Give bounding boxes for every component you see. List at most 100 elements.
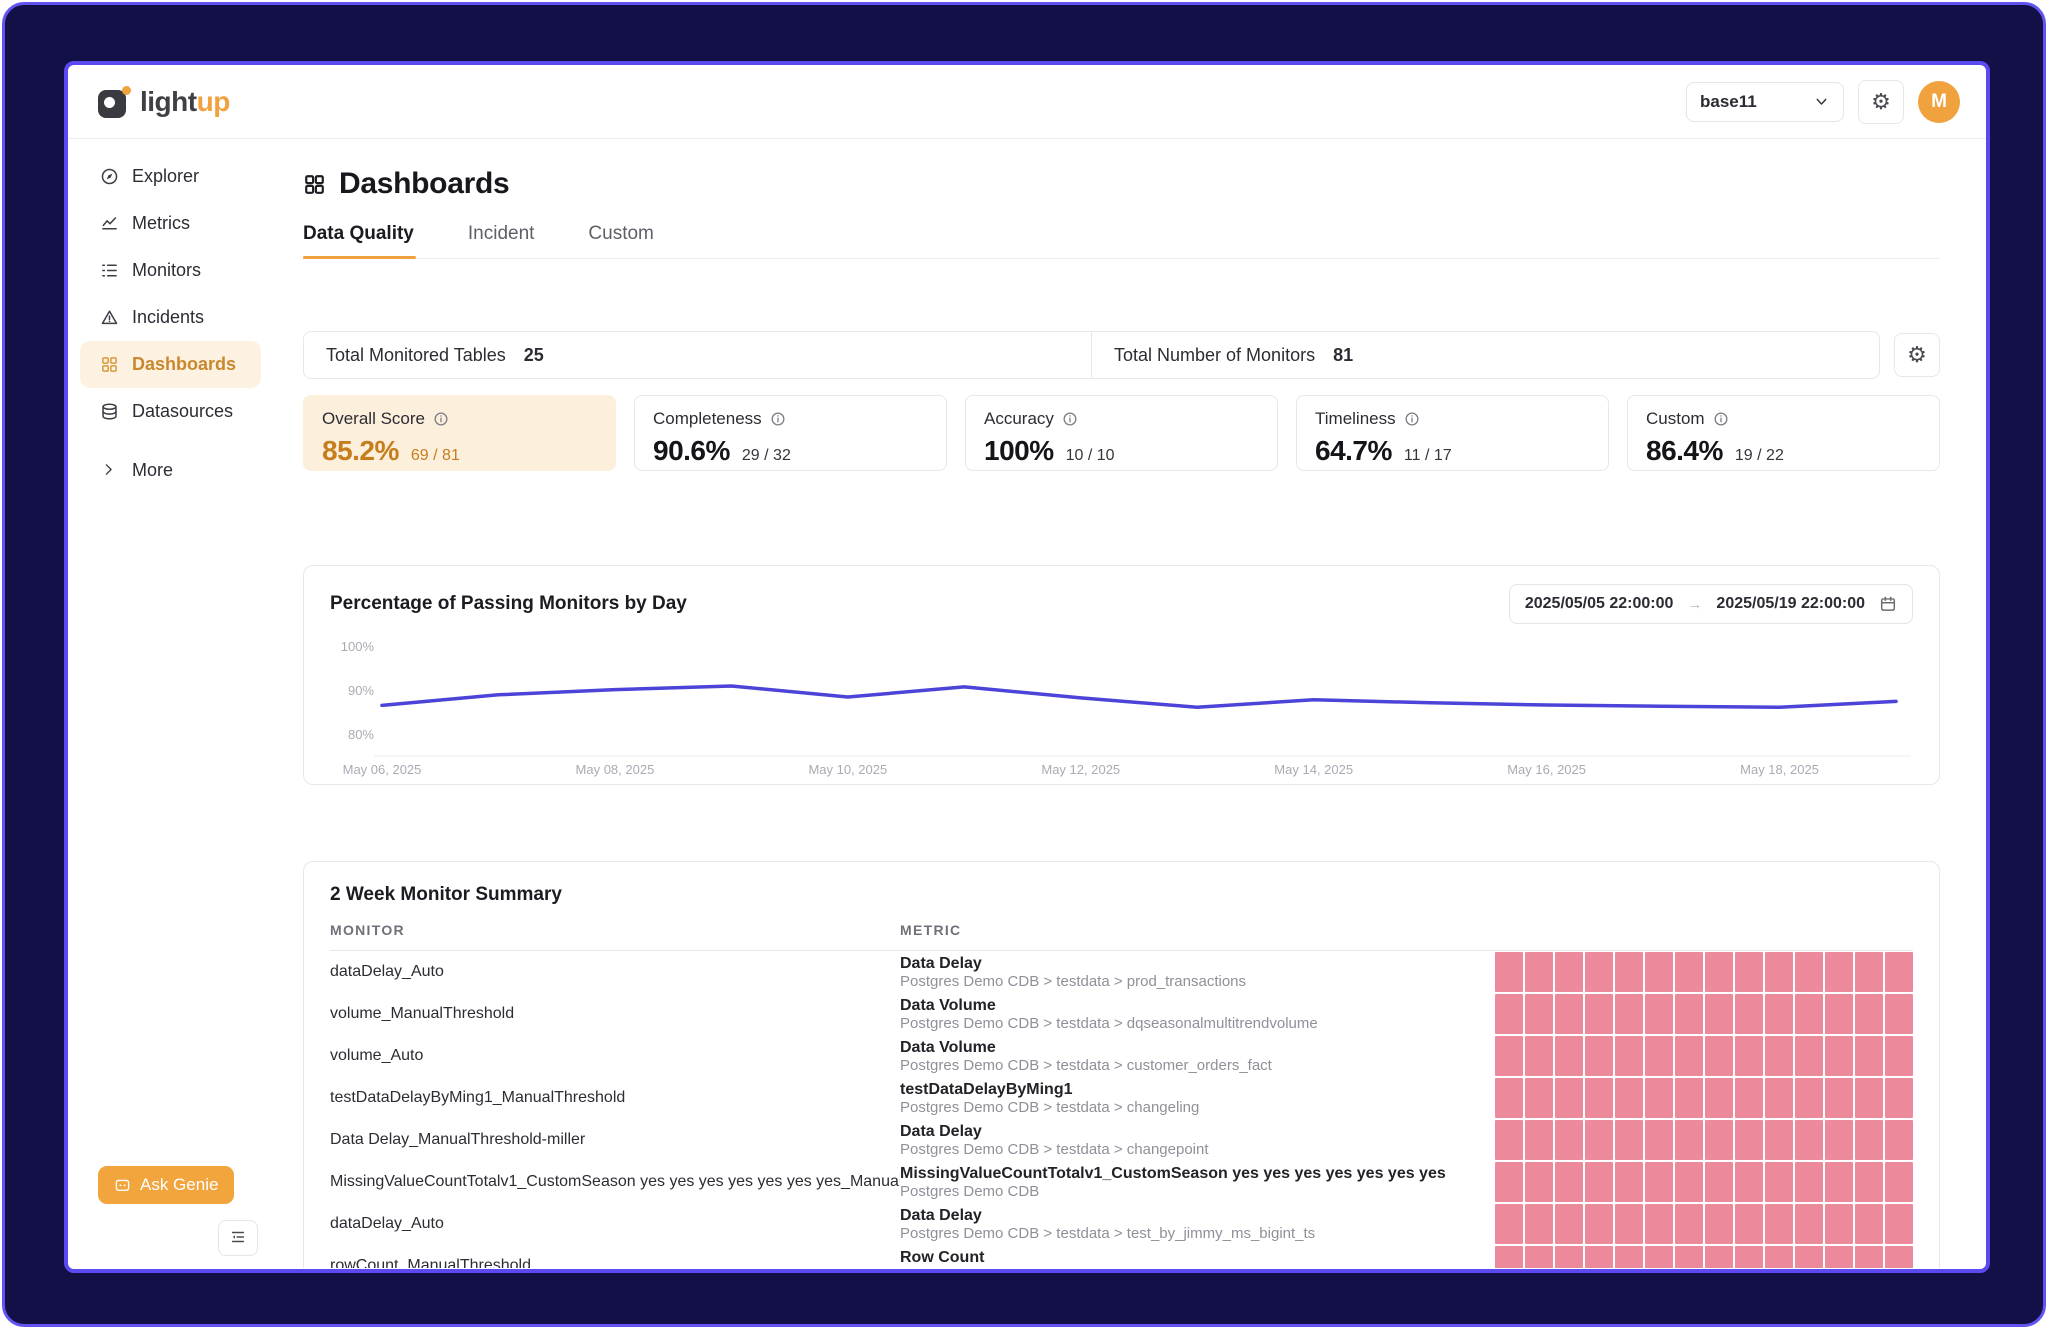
heatmap-cell[interactable] xyxy=(1675,994,1703,1034)
date-range-picker[interactable]: 2025/05/05 22:00:00 → 2025/05/19 22:00:0… xyxy=(1509,584,1913,624)
heatmap-cell[interactable] xyxy=(1705,1120,1733,1160)
heatmap-cell[interactable] xyxy=(1675,1162,1703,1202)
heatmap-cell[interactable] xyxy=(1885,1078,1913,1118)
heatmap-cell[interactable] xyxy=(1735,1120,1763,1160)
heatmap-cell[interactable] xyxy=(1585,1036,1613,1076)
heatmap-cell[interactable] xyxy=(1705,994,1733,1034)
heatmap-cell[interactable] xyxy=(1585,1162,1613,1202)
heatmap-cell[interactable] xyxy=(1615,952,1643,992)
heatmap-cell[interactable] xyxy=(1795,1246,1823,1268)
sidebar-item-incidents[interactable]: Incidents xyxy=(68,294,273,341)
heatmap-cell[interactable] xyxy=(1675,1078,1703,1118)
heatmap-cell[interactable] xyxy=(1825,952,1853,992)
heatmap-cell[interactable] xyxy=(1825,1204,1853,1244)
heatmap-cell[interactable] xyxy=(1765,952,1793,992)
heatmap-cell[interactable] xyxy=(1705,1078,1733,1118)
heatmap-cell[interactable] xyxy=(1885,1246,1913,1268)
heatmap-cell[interactable] xyxy=(1885,1204,1913,1244)
heatmap-cell[interactable] xyxy=(1795,1204,1823,1244)
heatmap-cell[interactable] xyxy=(1735,1162,1763,1202)
heatmap-cell[interactable] xyxy=(1675,1036,1703,1076)
heatmap-cell[interactable] xyxy=(1525,1162,1553,1202)
heatmap-cell[interactable] xyxy=(1615,1162,1643,1202)
heatmap-cell[interactable] xyxy=(1615,1120,1643,1160)
heatmap-cell[interactable] xyxy=(1645,952,1673,992)
heatmap-cell[interactable] xyxy=(1705,1036,1733,1076)
heatmap-cell[interactable] xyxy=(1495,994,1523,1034)
heatmap-cell[interactable] xyxy=(1645,994,1673,1034)
heatmap-cell[interactable] xyxy=(1495,1036,1523,1076)
heatmap-cell[interactable] xyxy=(1705,1204,1733,1244)
heatmap-cell[interactable] xyxy=(1555,1204,1583,1244)
heatmap-cell[interactable] xyxy=(1495,1204,1523,1244)
heatmap-cell[interactable] xyxy=(1675,1120,1703,1160)
info-icon[interactable] xyxy=(1062,411,1078,427)
heatmap-cell[interactable] xyxy=(1795,1036,1823,1076)
heatmap-cell[interactable] xyxy=(1555,1120,1583,1160)
info-icon[interactable] xyxy=(1713,411,1729,427)
tab-data-quality[interactable]: Data Quality xyxy=(303,223,414,258)
heatmap-cell[interactable] xyxy=(1765,1036,1793,1076)
heatmap-cell[interactable] xyxy=(1585,1204,1613,1244)
info-icon[interactable] xyxy=(770,411,786,427)
heatmap-cell[interactable] xyxy=(1735,1204,1763,1244)
heatmap-cell[interactable] xyxy=(1645,1120,1673,1160)
heatmap-cell[interactable] xyxy=(1765,1162,1793,1202)
heatmap-cell[interactable] xyxy=(1795,1120,1823,1160)
heatmap-cell[interactable] xyxy=(1765,1078,1793,1118)
heatmap-cell[interactable] xyxy=(1705,1246,1733,1268)
heatmap-cell[interactable] xyxy=(1525,1078,1553,1118)
heatmap-cell[interactable] xyxy=(1765,1120,1793,1160)
heatmap-cell[interactable] xyxy=(1795,1078,1823,1118)
heatmap-cell[interactable] xyxy=(1855,952,1883,992)
sidebar-item-metrics[interactable]: Metrics xyxy=(68,200,273,247)
ask-genie-button[interactable]: Ask Genie xyxy=(98,1166,234,1204)
heatmap-cell[interactable] xyxy=(1795,994,1823,1034)
heatmap-cell[interactable] xyxy=(1645,1162,1673,1202)
heatmap-cell[interactable] xyxy=(1555,1078,1583,1118)
heatmap-cell[interactable] xyxy=(1765,994,1793,1034)
heatmap-cell[interactable] xyxy=(1495,1120,1523,1160)
heatmap-cell[interactable] xyxy=(1855,1162,1883,1202)
heatmap-cell[interactable] xyxy=(1525,1120,1553,1160)
heatmap-cell[interactable] xyxy=(1555,1246,1583,1268)
heatmap-cell[interactable] xyxy=(1885,1162,1913,1202)
heatmap-cell[interactable] xyxy=(1585,1246,1613,1268)
sidebar-item-monitors[interactable]: Monitors xyxy=(68,247,273,294)
heatmap-cell[interactable] xyxy=(1615,1078,1643,1118)
sidebar-item-explorer[interactable]: Explorer xyxy=(68,153,273,200)
heatmap-cell[interactable] xyxy=(1885,952,1913,992)
heatmap-cell[interactable] xyxy=(1645,1204,1673,1244)
tab-incident[interactable]: Incident xyxy=(468,223,535,258)
heatmap-cell[interactable] xyxy=(1885,994,1913,1034)
heatmap-cell[interactable] xyxy=(1855,1078,1883,1118)
heatmap-cell[interactable] xyxy=(1795,952,1823,992)
heatmap-cell[interactable] xyxy=(1495,1162,1523,1202)
dashboard-settings-button[interactable]: ⚙ xyxy=(1894,333,1940,377)
heatmap-cell[interactable] xyxy=(1645,1246,1673,1268)
heatmap-cell[interactable] xyxy=(1735,1078,1763,1118)
heatmap-cell[interactable] xyxy=(1495,952,1523,992)
settings-button[interactable]: ⚙ xyxy=(1858,80,1904,124)
collapse-sidebar-button[interactable] xyxy=(218,1220,258,1256)
heatmap-cell[interactable] xyxy=(1855,1120,1883,1160)
heatmap-cell[interactable] xyxy=(1825,994,1853,1034)
sidebar-item-dashboards[interactable]: Dashboards xyxy=(80,341,261,388)
info-icon[interactable] xyxy=(1404,411,1420,427)
user-avatar[interactable]: M xyxy=(1918,81,1960,123)
heatmap-cell[interactable] xyxy=(1495,1246,1523,1268)
info-icon[interactable] xyxy=(433,411,449,427)
heatmap-cell[interactable] xyxy=(1855,1204,1883,1244)
tab-custom[interactable]: Custom xyxy=(588,223,653,258)
heatmap-cell[interactable] xyxy=(1765,1204,1793,1244)
heatmap-cell[interactable] xyxy=(1555,994,1583,1034)
heatmap-cell[interactable] xyxy=(1735,1036,1763,1076)
sidebar-item-more[interactable]: More xyxy=(68,447,273,494)
heatmap-cell[interactable] xyxy=(1645,1036,1673,1076)
heatmap-cell[interactable] xyxy=(1525,994,1553,1034)
heatmap-cell[interactable] xyxy=(1885,1036,1913,1076)
heatmap-cell[interactable] xyxy=(1615,1036,1643,1076)
heatmap-cell[interactable] xyxy=(1855,994,1883,1034)
heatmap-cell[interactable] xyxy=(1705,1162,1733,1202)
heatmap-cell[interactable] xyxy=(1885,1120,1913,1160)
